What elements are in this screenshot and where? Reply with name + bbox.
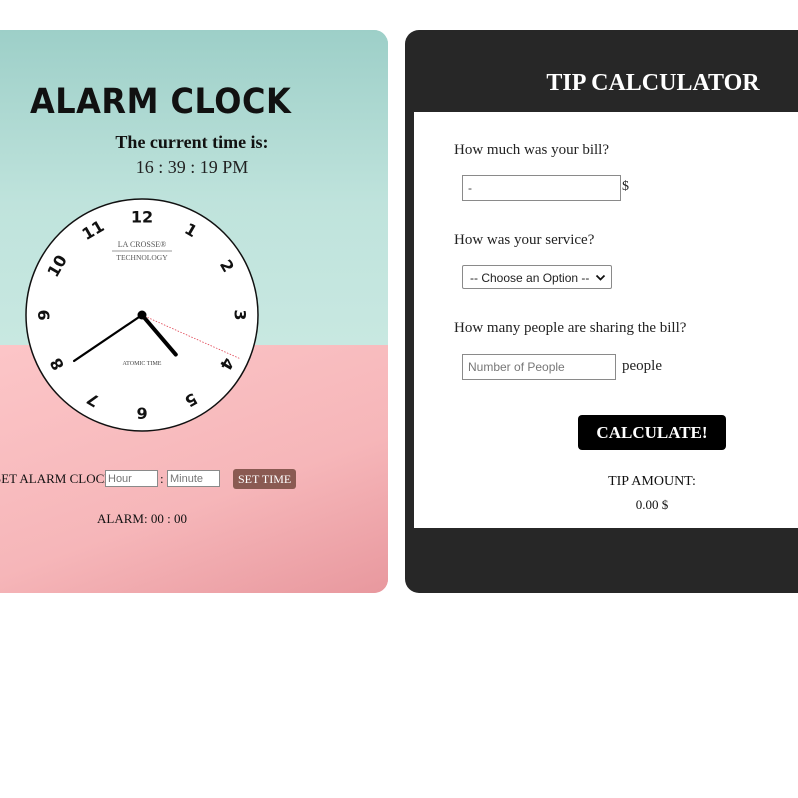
time-colon: : — [160, 471, 164, 486]
minute-input[interactable] — [167, 470, 220, 487]
set-alarm-label: SET ALARM CLOCK: — [0, 471, 118, 486]
chevron-down-icon — [595, 266, 606, 299]
set-alarm-row: SET ALARM CLOCK: : SET TIME — [0, 468, 388, 490]
calculate-button[interactable]: CALCULATE! — [578, 415, 726, 450]
clock-brand-line2: TECHNOLOGY — [116, 253, 168, 262]
clock-numeral-12: 12 — [131, 208, 153, 227]
service-selected-value: -- Choose an Option -- — [470, 271, 590, 285]
tip-amount-value: 0.00 $ — [635, 497, 669, 512]
people-question: How many people are sharing the bill? — [454, 320, 687, 336]
analog-clock: 121234567891011 LA CROSSE® TECHNOLOGY AT… — [25, 198, 259, 432]
people-unit-label: people — [622, 358, 662, 374]
clock-brand-line1: LA CROSSE® — [118, 240, 167, 249]
service-select[interactable]: -- Choose an Option -- — [462, 265, 612, 289]
clock-numeral-6: 6 — [136, 404, 147, 423]
clock-numeral-9: 9 — [35, 309, 54, 320]
clock-center-pin — [137, 310, 147, 320]
bill-amount-input[interactable]: - — [462, 175, 621, 201]
tip-calculator-panel: TIP CALCULATOR How much was your bill? -… — [405, 30, 798, 593]
alarm-display: ALARM: 00 : 00 — [97, 511, 187, 526]
set-time-button[interactable]: SET TIME — [233, 469, 297, 489]
tip-amount-label: TIP AMOUNT: — [608, 474, 696, 489]
clock-atomic-label: ATOMIC TIME — [123, 361, 162, 367]
current-time-label: The current time is: — [115, 132, 269, 152]
tip-calculator-title: TIP CALCULATOR — [546, 70, 760, 96]
people-count-input[interactable]: Number of People — [462, 354, 616, 380]
tip-calculator-form: How much was your bill? - $ How was your… — [414, 112, 798, 528]
alarm-clock-title: ALARM CLOCK — [30, 80, 292, 122]
bill-currency-label: $ — [622, 179, 629, 194]
current-time-value: 16 : 39 : 19 PM — [135, 157, 249, 177]
hour-input[interactable] — [105, 470, 158, 487]
clock-numeral-3: 3 — [231, 309, 250, 320]
service-question: How was your service? — [454, 232, 595, 248]
alarm-clock-panel: ALARM CLOCK The current time is: 16 : 39… — [0, 30, 388, 593]
bill-question: How much was your bill? — [454, 142, 609, 158]
